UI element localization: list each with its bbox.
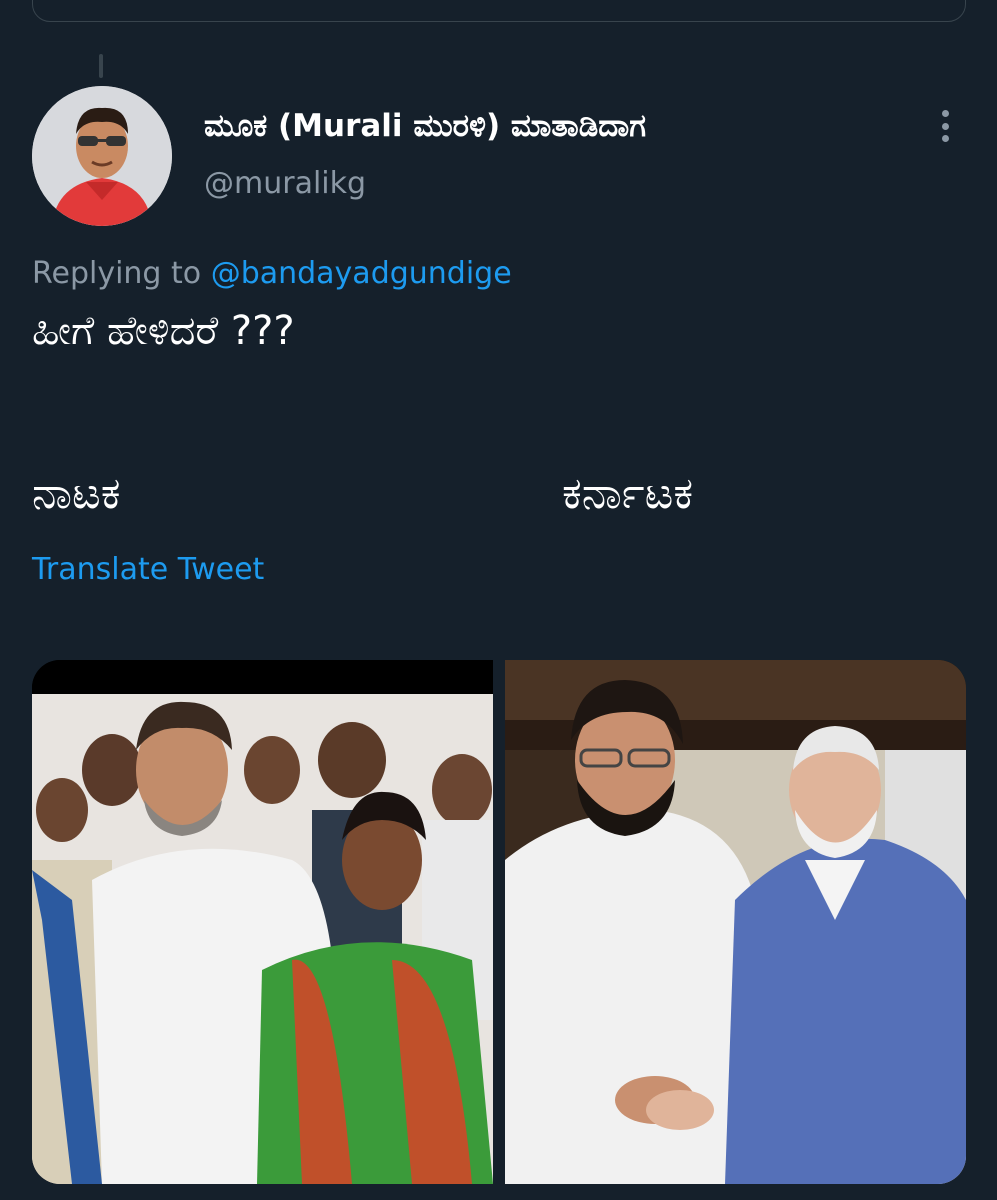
more-vertical-icon[interactable] [930,106,960,146]
replying-prefix: Replying to [32,256,202,291]
tweet-media [32,660,966,1184]
tweet-text-word-right: ಕರ್ನಾಟಕ [562,468,694,519]
replying-to-mention[interactable]: @bandayadgundige [211,256,512,291]
tweet-photo-right[interactable] [505,660,966,1184]
tweet-photo-left[interactable] [32,660,493,1184]
author-display-name[interactable]: ಮೂಕ (Murali ಮುರಳಿ) ಮಾತಾಡಿದಾಗ [204,108,646,145]
more-dot [941,110,949,117]
thread-connector-line [99,54,103,78]
translate-tweet-link[interactable]: Translate Tweet [32,552,264,587]
tweet-text-word-left: ನಾಟಕ [32,468,121,519]
tweet-text-line: ಹೀಗೆ ಹೇಳಿದರೆ ??? [32,308,295,354]
more-dot [941,122,949,130]
tweet-page: ಮೂಕ (Murali ಮುರಳಿ) ಮಾತಾಡಿದಾಗ @muralikg R… [0,0,997,1200]
author-handle[interactable]: @muralikg [204,166,366,201]
avatar[interactable] [32,86,172,226]
replying-to-line: Replying to @bandayadgundige [32,256,512,291]
more-dot [941,135,949,142]
previous-tweet-card[interactable] [32,0,966,22]
